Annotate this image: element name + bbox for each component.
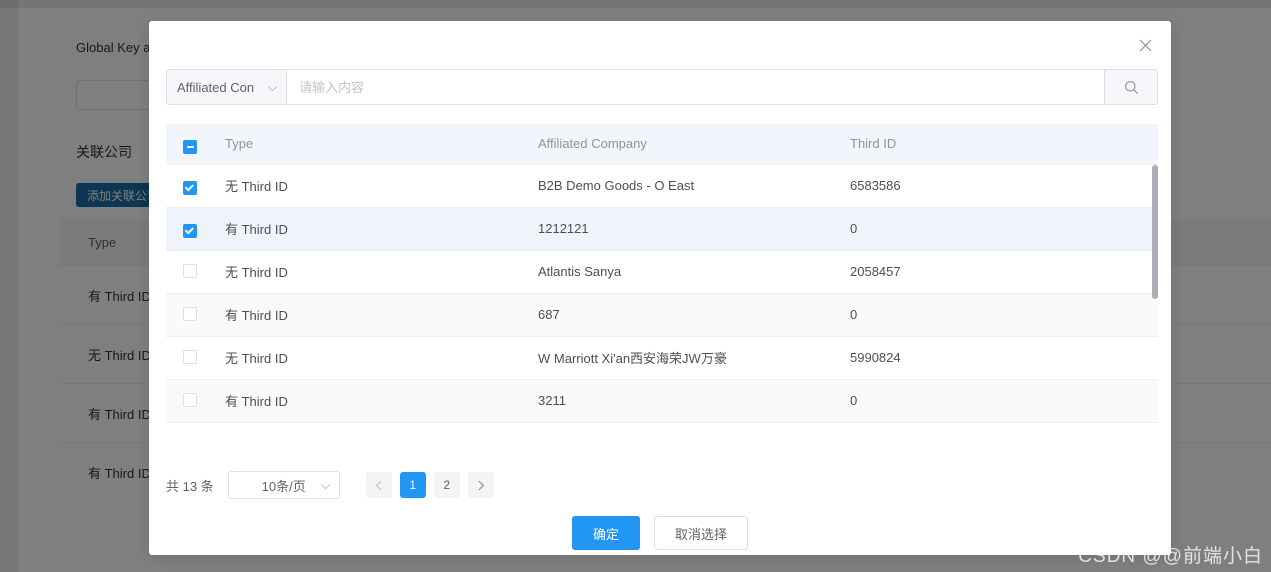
cell-type: 无 Third ID <box>223 164 538 208</box>
pagination-prev-button[interactable] <box>365 472 392 498</box>
cell-type: 有 Third ID <box>223 379 538 423</box>
overlay-left-strip <box>0 0 18 572</box>
row-checkbox-cell <box>166 164 223 208</box>
select-all-checkbox[interactable] <box>183 139 197 154</box>
cell-third-id: 0 <box>850 379 1158 423</box>
row-checkbox-cell <box>166 293 223 337</box>
table-row[interactable]: 有 Third ID 3211 0 <box>166 379 1158 423</box>
table-row[interactable]: 无 Third ID B2B Demo Goods - O East 6583586 <box>166 164 1158 208</box>
page-size-label: 10条/页 <box>261 478 306 494</box>
select-all-header-cell <box>166 124 223 165</box>
cancel-selection-button[interactable]: 取消选择 <box>654 516 749 550</box>
cell-third-id: 2058457 <box>850 250 1158 294</box>
cell-affiliated-company: B2B Demo Goods - O East <box>538 164 850 208</box>
table-row[interactable]: 无 Third ID Atlantis Sanya 2058457 <box>166 250 1158 294</box>
row-checkbox[interactable] <box>183 223 197 238</box>
search-input[interactable] <box>286 69 1104 105</box>
table-header-row: Type Affiliated Company Third ID <box>166 124 1158 165</box>
table-row[interactable]: 有 Third ID 1212121 0 <box>166 207 1158 251</box>
cell-affiliated-company: 3211 <box>538 379 850 423</box>
search-field-select[interactable]: Affiliated Con <box>166 69 286 105</box>
pagination: 共 13 条 10条/页 1 2 <box>166 468 1158 502</box>
pagination-controls: 1 2 <box>365 472 494 498</box>
cell-type: 无 Third ID <box>223 336 538 380</box>
company-table-scroll-container[interactable]: Type Affiliated Company Third ID 无 Third… <box>166 124 1158 432</box>
cell-affiliated-company: W Marriott Xi'an西安海荣JW万豪 <box>538 336 850 380</box>
chevron-down-icon <box>267 80 278 95</box>
watermark: CSDN @@前端小白 <box>1078 546 1263 567</box>
table-row[interactable]: 有 Third ID 687 0 <box>166 293 1158 337</box>
column-header-type[interactable]: Type <box>223 124 538 165</box>
row-checkbox[interactable] <box>183 307 197 321</box>
pagination-total-text: 共 13 条 <box>166 478 214 494</box>
affiliated-company-picker-dialog: Affiliated Con 请输入内容 Type Affiliated Com… <box>149 21 1171 555</box>
pagination-next-button[interactable] <box>467 472 494 498</box>
row-checkbox-cell <box>166 336 223 380</box>
company-table: Type Affiliated Company Third ID 无 Third… <box>166 124 1158 423</box>
company-table-body: 无 Third ID B2B Demo Goods - O East 6583586… <box>166 164 1158 423</box>
page-size-select[interactable]: 10条/页 <box>227 471 340 499</box>
chevron-down-icon <box>320 478 331 493</box>
cell-affiliated-company: 687 <box>538 293 850 337</box>
cell-third-id: 5990824 <box>850 336 1158 380</box>
cell-affiliated-company: Atlantis Sanya <box>538 250 850 294</box>
table-vertical-scrollbar[interactable] <box>1152 165 1158 299</box>
row-checkbox[interactable] <box>183 264 197 278</box>
table-row[interactable]: 无 Third ID W Marriott Xi'an西安海荣JW万豪 599082… <box>166 336 1158 380</box>
search-bar: Affiliated Con <box>166 69 1158 105</box>
search-field-select-label: Affiliated Con <box>177 79 255 95</box>
search-icon[interactable] <box>1104 69 1158 105</box>
cell-type: 有 Third ID <box>223 293 538 337</box>
column-header-third-id[interactable]: Third ID <box>850 124 1158 165</box>
confirm-button[interactable]: 确定 <box>571 516 640 550</box>
cell-type: 无 Third ID <box>223 250 538 294</box>
row-checkbox-cell <box>166 250 223 294</box>
dialog-footer: 确定 取消选择 <box>149 516 1171 550</box>
row-checkbox[interactable] <box>183 180 197 195</box>
pagination-page-1[interactable]: 1 <box>399 472 426 498</box>
overlay-top-strip <box>0 0 1271 8</box>
row-checkbox-cell <box>166 207 223 251</box>
cell-third-id: 6583586 <box>850 164 1158 208</box>
close-icon[interactable] <box>1131 31 1159 59</box>
cell-third-id: 0 <box>850 207 1158 251</box>
cell-type: 有 Third ID <box>223 207 538 251</box>
cell-affiliated-company: 1212121 <box>538 207 850 251</box>
pagination-page-2[interactable]: 2 <box>433 472 460 498</box>
row-checkbox[interactable] <box>183 350 197 364</box>
row-checkbox[interactable] <box>183 393 197 407</box>
cell-third-id: 0 <box>850 293 1158 337</box>
row-checkbox-cell <box>166 379 223 423</box>
column-header-affiliated-company[interactable]: Affiliated Company <box>538 124 850 165</box>
